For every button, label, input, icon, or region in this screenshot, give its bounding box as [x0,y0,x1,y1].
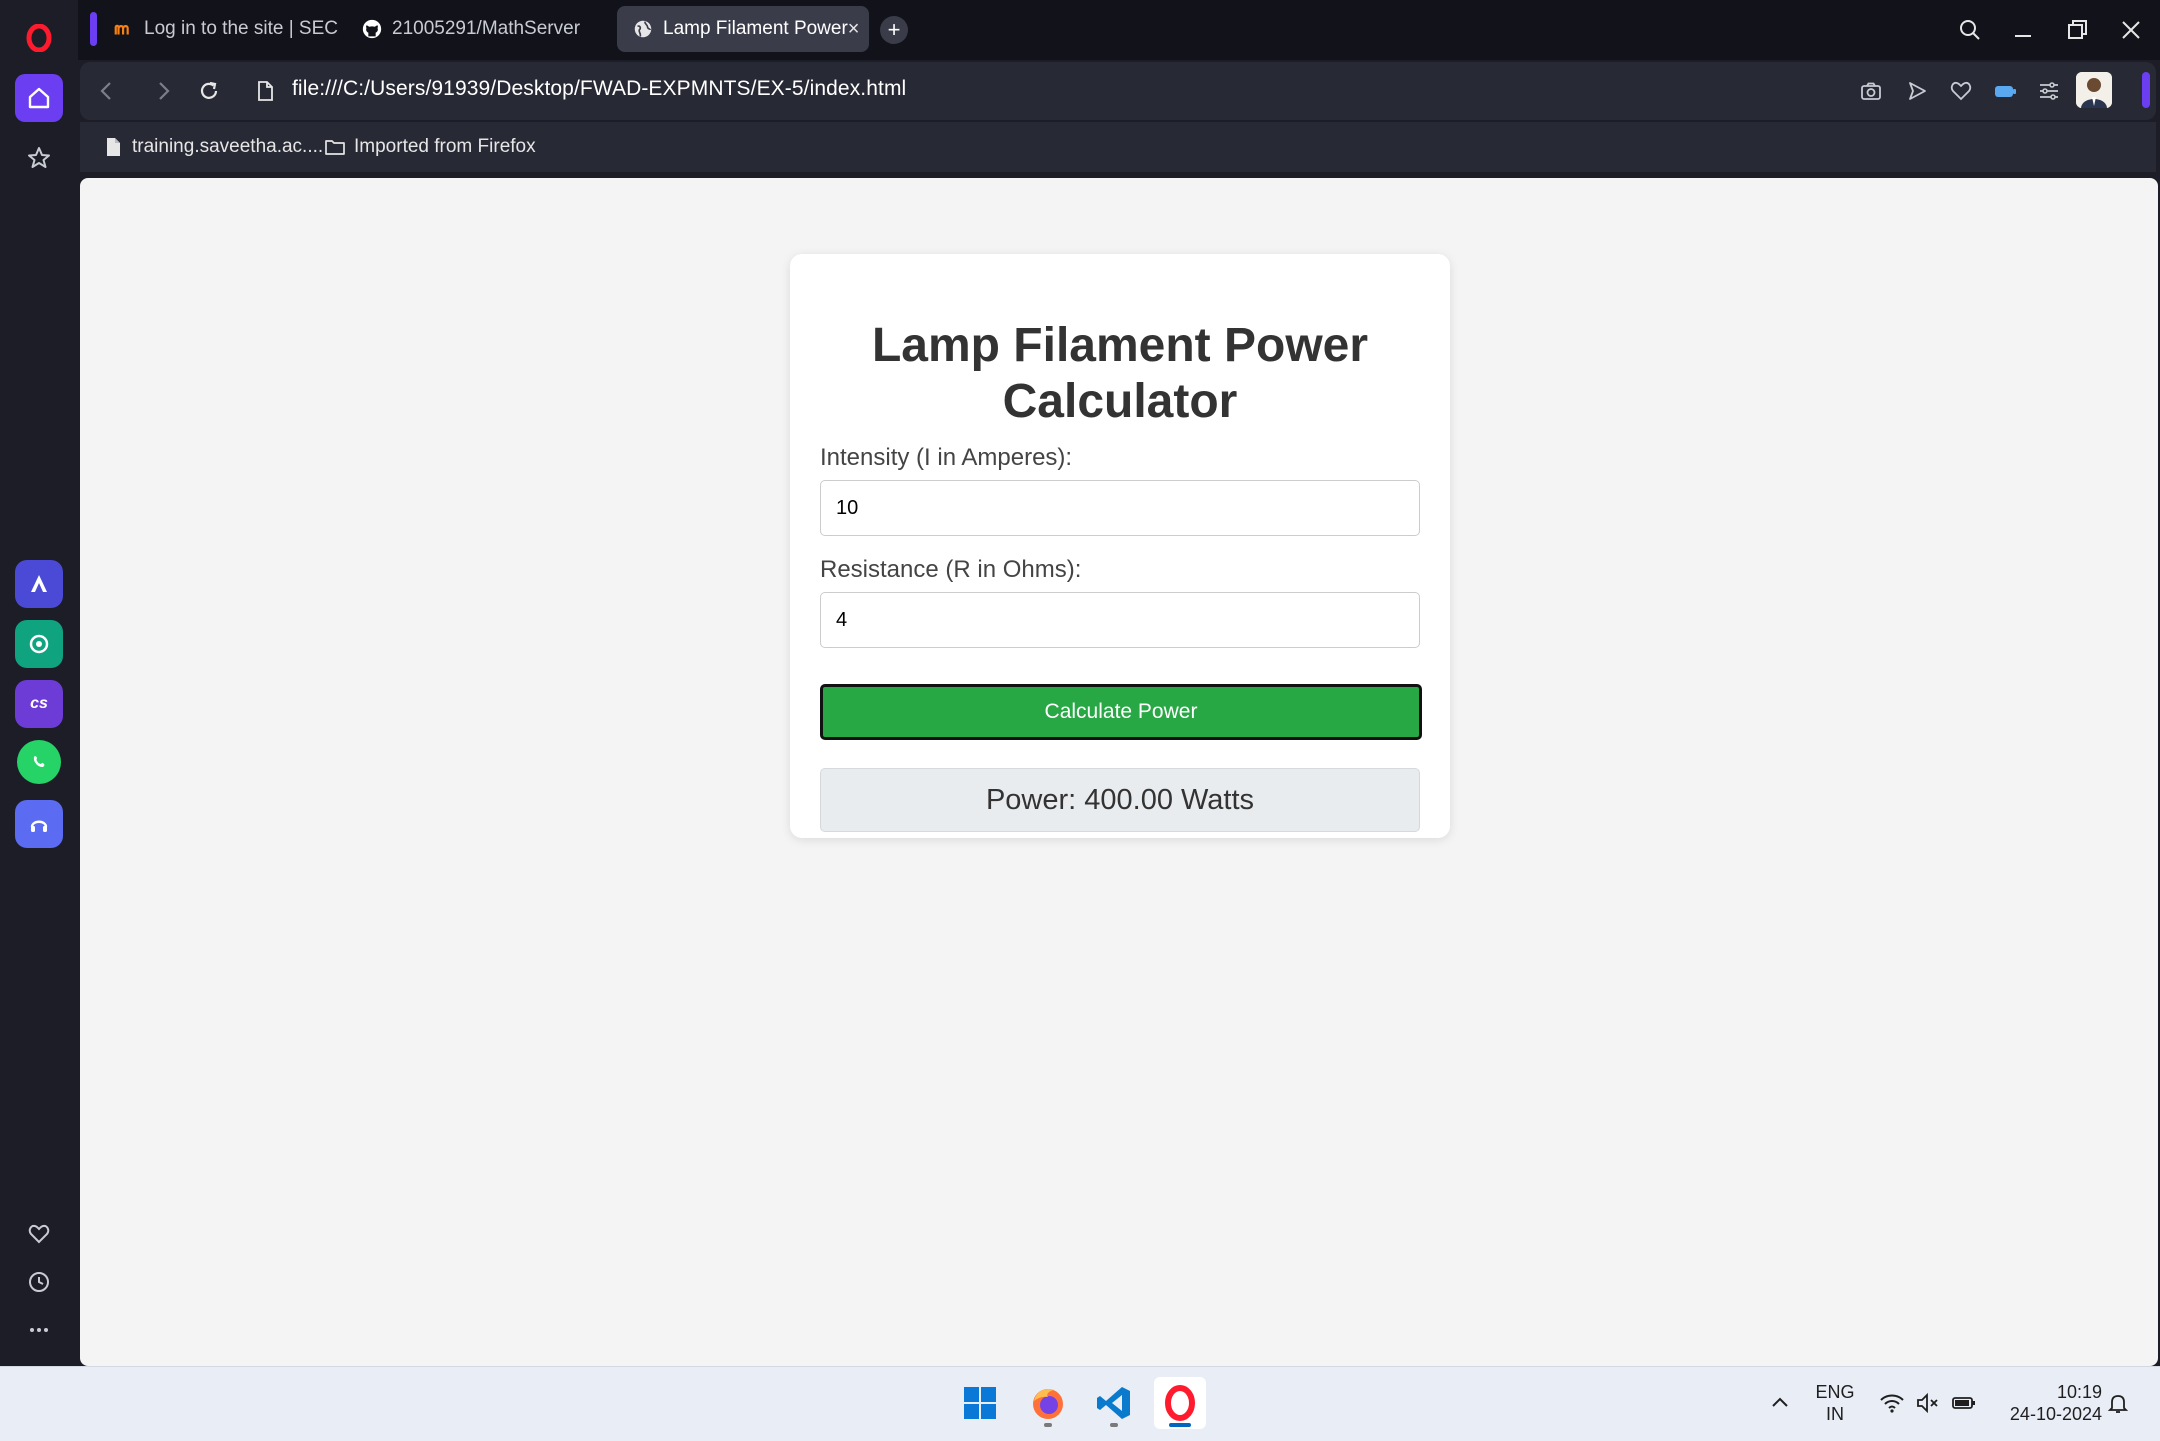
new-tab-button[interactable]: + [880,16,908,44]
battery-icon[interactable] [1950,1389,1978,1417]
tab-close-icon[interactable]: × [848,18,860,41]
minimize-icon[interactable] [2003,10,2043,50]
tab-github[interactable]: 21005291/MathServer [346,6,606,52]
bookmark-folder-firefox[interactable]: Imported from Firefox [324,136,536,158]
calculator-card: Lamp Filament Power Calculator Intensity… [790,254,1450,838]
resistance-label: Resistance (R in Ohms): [820,556,1082,583]
active-indicator [1169,1423,1191,1427]
resistance-input[interactable] [820,592,1420,648]
tab-label: Log in to the site | SEC [144,18,338,39]
profile-avatar[interactable] [2076,72,2112,108]
windows-taskbar: ENG IN 10:19 24-10-2024 [0,1366,2160,1441]
folder-icon [325,140,345,155]
tab-island-marker [90,12,97,46]
notification-bell-icon[interactable] [2104,1389,2132,1417]
forward-icon[interactable] [148,76,178,106]
reload-icon[interactable] [194,76,224,106]
page-title: Lamp Filament Power Calculator [871,319,1369,428]
tab-moodle[interactable]: Log in to the site | SEC [98,6,338,52]
windows-start-icon[interactable] [954,1377,1006,1429]
running-indicator [1044,1423,1052,1427]
back-icon[interactable] [92,76,122,106]
whatsapp-icon[interactable] [17,740,61,784]
opera-icon[interactable] [1154,1377,1206,1429]
running-indicator [1110,1423,1118,1427]
opera-logo-icon[interactable] [15,14,63,62]
bookmark-label: training.saveetha.ac.... [132,136,324,157]
clock[interactable]: 10:19 24-10-2024 [1992,1381,2102,1425]
home-icon[interactable] [15,74,63,122]
file-page-icon[interactable] [250,76,280,106]
tab-label: 21005291/MathServer [392,18,581,39]
power-result: Power: 400.00 Watts [820,768,1420,832]
region-label: IN [1826,1404,1844,1424]
address-toolbar: file:///C:/Users/91939/Desktop/FWAD-EXPM… [80,62,2156,120]
calculate-power-button[interactable]: Calculate Power [820,684,1422,740]
bookmark-training[interactable]: training.saveetha.ac.... [102,136,323,158]
aria-icon[interactable] [15,560,63,608]
chevron-up-icon[interactable] [1766,1389,1794,1417]
moodle-icon [112,17,136,41]
restore-icon[interactable] [2057,10,2097,50]
speaker-muted-icon[interactable] [1914,1389,1942,1417]
globe-icon [631,17,655,41]
more-options-icon[interactable] [15,1306,63,1354]
cs-icon[interactable]: cs [15,680,63,728]
url-field[interactable]: file:///C:/Users/91939/Desktop/FWAD-EXPM… [292,77,906,101]
firefox-icon[interactable] [1022,1377,1074,1429]
snapshot-camera-icon[interactable] [1856,76,1886,106]
close-window-icon[interactable] [2111,10,2151,50]
bookmarks-bar: training.saveetha.ac.... Imported from F… [80,122,2156,172]
intensity-label: Intensity (I in Amperes): [820,444,1073,471]
vscode-icon[interactable] [1088,1377,1140,1429]
time-label: 10:19 [2056,1382,2102,1402]
opera-sidebar: cs [0,0,78,1366]
pinboards-heart-icon[interactable] [15,1210,63,1258]
tab-lamp-filament[interactable]: Lamp Filament Power × [617,6,869,52]
music-player-icon[interactable] [15,800,63,848]
bookmark-label: Imported from Firefox [354,136,536,157]
chatgpt-icon[interactable] [15,620,63,668]
page-viewport: Lamp Filament Power Calculator Intensity… [80,178,2158,1366]
wifi-icon[interactable] [1878,1389,1906,1417]
language-label: ENG [1815,1382,1855,1402]
speed-dial-star-icon[interactable] [15,134,63,182]
search-tabs-icon[interactable] [1950,10,1990,50]
page-icon [107,138,120,156]
tab-label: Lamp Filament Power [663,18,848,39]
intensity-input[interactable] [820,480,1420,536]
battery-saver-icon[interactable] [1990,76,2020,106]
sidebar-toggle-marker [2142,72,2150,108]
add-to-pinboard-heart-icon[interactable] [1946,76,1976,106]
send-flow-icon[interactable] [1902,76,1932,106]
language-indicator[interactable]: ENG IN [1812,1381,1858,1425]
easy-setup-icon[interactable] [2034,76,2064,106]
github-icon [360,17,384,41]
history-clock-icon[interactable] [15,1258,63,1306]
date-label: 24-10-2024 [2009,1404,2102,1424]
